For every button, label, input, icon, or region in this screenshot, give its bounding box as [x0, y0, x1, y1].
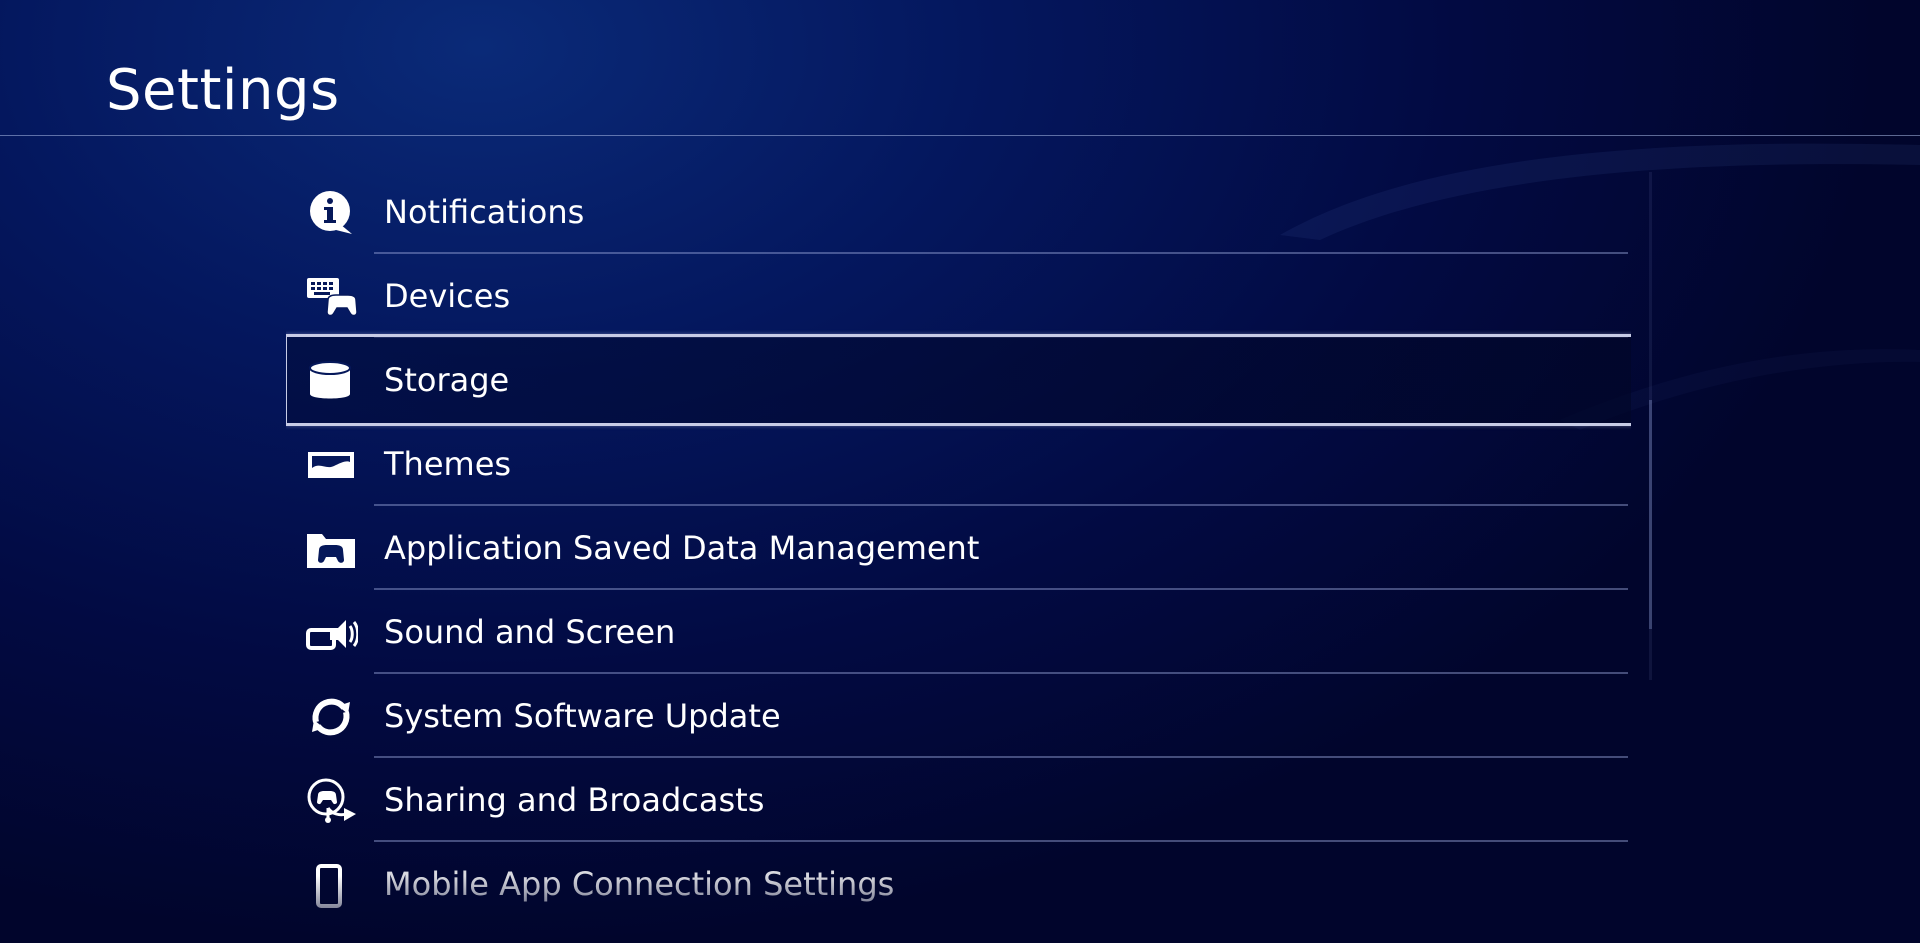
menu-item-label: Themes: [384, 445, 512, 483]
menu-item-system-software-update[interactable]: System Software Update: [286, 674, 1631, 758]
menu-item-label: Sharing and Broadcasts: [384, 781, 765, 819]
notifications-icon: [306, 190, 358, 236]
menu-item-label: System Software Update: [384, 697, 781, 735]
mobile-app-icon: [306, 862, 358, 908]
menu-item-storage[interactable]: Storage: [286, 334, 1631, 426]
menu-item-mobile-app-connection-settings[interactable]: Mobile App Connection Settings: [286, 842, 1631, 926]
menu-item-label: Devices: [384, 277, 511, 315]
menu-item-notifications[interactable]: Notifications: [286, 170, 1631, 254]
menu-item-sharing-and-broadcasts[interactable]: Sharing and Broadcasts: [286, 758, 1631, 842]
sharing-broadcasts-icon: [306, 778, 358, 824]
menu-item-themes[interactable]: Themes: [286, 422, 1631, 506]
header-divider: [0, 135, 1920, 136]
menu-item-label: Mobile App Connection Settings: [384, 865, 895, 903]
page-title: Settings: [106, 58, 340, 123]
menu-item-label: Sound and Screen: [384, 613, 676, 651]
menu-item-devices[interactable]: Devices: [286, 254, 1631, 338]
menu-item-label: Notifications: [384, 193, 585, 231]
themes-icon: [306, 442, 358, 488]
menu-item-application-saved-data-management[interactable]: Application Saved Data Management: [286, 506, 1631, 590]
scrollbar-track[interactable]: [1649, 172, 1652, 680]
menu-item-label: Storage: [384, 361, 510, 399]
devices-icon: [306, 274, 358, 320]
menu-item-sound-and-screen[interactable]: Sound and Screen: [286, 590, 1631, 674]
settings-menu-list: Notifications Devices Storage Themes App…: [286, 170, 1631, 943]
system-update-icon: [306, 694, 358, 740]
scrollbar-thumb[interactable]: [1649, 400, 1652, 629]
menu-item-label: Application Saved Data Management: [384, 529, 980, 567]
saved-data-icon: [306, 526, 358, 572]
storage-icon: [306, 358, 358, 404]
sound-and-screen-icon: [306, 610, 358, 656]
